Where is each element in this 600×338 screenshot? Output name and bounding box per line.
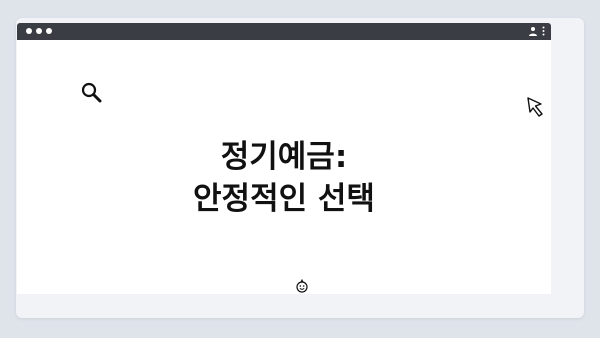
smile-icon [296, 279, 308, 293]
page-title-line-1: 정기예금: [220, 139, 348, 175]
titlebar-icons [528, 26, 545, 36]
window-controls-icon[interactable] [26, 28, 52, 34]
content-area: 정기예금: 안정적인 선택 [17, 40, 551, 294]
window-minimize-dot[interactable] [36, 28, 42, 34]
user-icon[interactable] [528, 26, 538, 36]
search-icon [81, 82, 102, 103]
window-close-dot[interactable] [26, 28, 32, 34]
more-vertical-icon[interactable] [542, 26, 545, 36]
page-title: 정기예금: 안정적인 선택 [17, 136, 551, 220]
titlebar [17, 23, 551, 40]
cursor-icon [527, 97, 543, 117]
page-title-line-2: 안정적인 선택 [193, 181, 375, 217]
window-maximize-dot[interactable] [46, 28, 52, 34]
